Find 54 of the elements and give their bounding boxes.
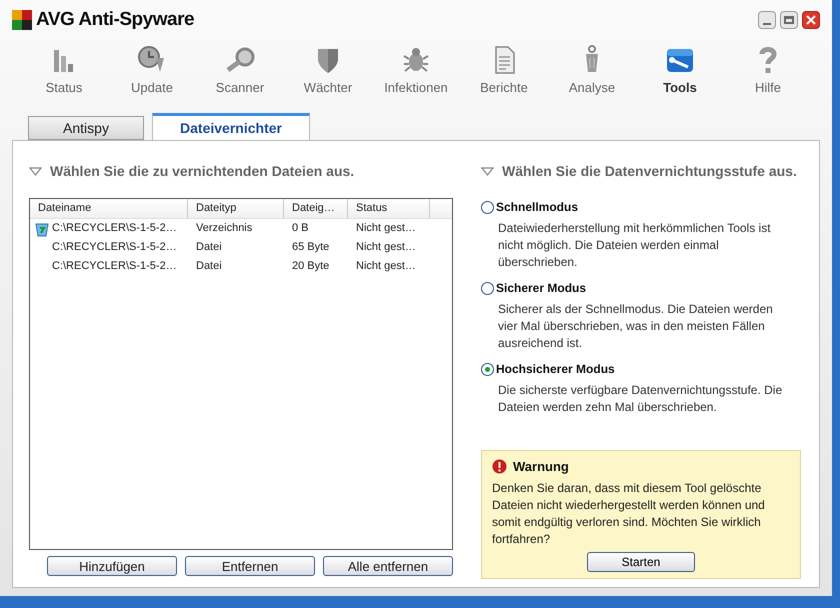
table-cell-text: Nicht gest… [356,259,416,274]
option-label: Schnellmodus [496,199,578,216]
remove-all-button[interactable]: Alle entfernen [323,556,453,576]
table-cell-text: Nicht gest… [356,240,416,256]
section-heading: Wählen Sie die Datenvernichtungsstufe aus. [502,162,797,181]
maximize-button[interactable] [780,11,798,29]
toolbar-button[interactable]: Wächter [284,40,372,100]
toolbar-button[interactable]: Analyse [548,40,636,100]
table-cell-text: C:\RECYCLER\S-1-5-2… [52,259,177,274]
toolbar-button[interactable]: Infektionen [372,40,460,100]
radio-button[interactable] [481,200,494,214]
column-header[interactable]: Dateityp [188,199,284,218]
add-button[interactable]: Hinzufügen [47,556,177,576]
warning-title: Warnung [513,458,569,476]
toolbar-button[interactable]: Berichte [460,40,548,100]
option-description: Dateiwiederherstellung mit herkömmlichen Tools ist nicht möglich. Die Dateien werden einmal überschrieben. [497,220,772,271]
table-cell-text: Datei [196,240,222,256]
table-cell-text: 20 Byte [292,259,330,274]
warning-text: Denken Sie daran, dass mit diesem Tool gelöschte Dateien nicht wiederhergestellt werden können und somit endgültig verloren sind. Möchten Sie wirklich fortfahren? [492,480,766,548]
toolbar-button[interactable]: Hilfe [724,40,812,100]
toolbar-button[interactable]: Update [108,40,196,100]
close-button[interactable] [802,11,820,29]
start-button[interactable]: Starten [587,552,695,572]
column-header[interactable]: Dateiname [30,199,188,218]
table-cell-text: Verzeichnis [196,221,252,236]
table-cell-text: C:\RECYCLER\S-1-5-2… [52,221,177,236]
radio-button[interactable] [481,362,494,376]
collapse-triangle-icon [481,167,494,176]
tab[interactable]: Dateivernichter [152,113,310,141]
column-header[interactable]: Dateig… [284,199,348,218]
radio-button[interactable] [481,282,494,294]
recycle-bin-icon [34,220,50,236]
table-cell-text: 0 B [292,221,309,236]
table-cell-text: 65 Byte [292,240,330,256]
toolbar-button[interactable]: Tools [636,40,724,100]
window-title: AVG Anti-Spyware [36,8,194,32]
warning-icon [492,458,507,474]
option-description: Die sicherste verfügbare Datenvernichtungsstufe. Die Dateien werden zehn Mal überschrieben. [497,382,784,416]
section-heading: Wählen Sie die zu vernichtenden Dateien aus. [50,162,354,181]
option-label: Sicherer Modus [496,280,586,297]
close-icon [806,15,816,25]
tab[interactable]: Antispy [28,116,144,140]
option-description: Sicherer als der Schnellmodus. Die Dateien werden vier Mal überschrieben, was in den meisten Fällen ausreichend ist. [497,301,774,352]
table-cell-text: C:\RECYCLER\S-1-5-2… [52,240,177,256]
option-label: Hochsicherer Modus [496,361,615,378]
column-header[interactable]: Status [348,199,430,218]
table-cell-text: Nicht gest… [356,221,416,236]
table-cell-text: Datei [196,259,222,274]
toolbar-button[interactable]: Scanner [196,40,284,100]
collapse-triangle-icon [29,167,42,176]
logo-icon [12,10,32,30]
remove-button[interactable]: Entfernen [185,556,315,576]
minimize-button[interactable] [758,11,776,29]
toolbar-button[interactable]: Status [20,40,108,100]
